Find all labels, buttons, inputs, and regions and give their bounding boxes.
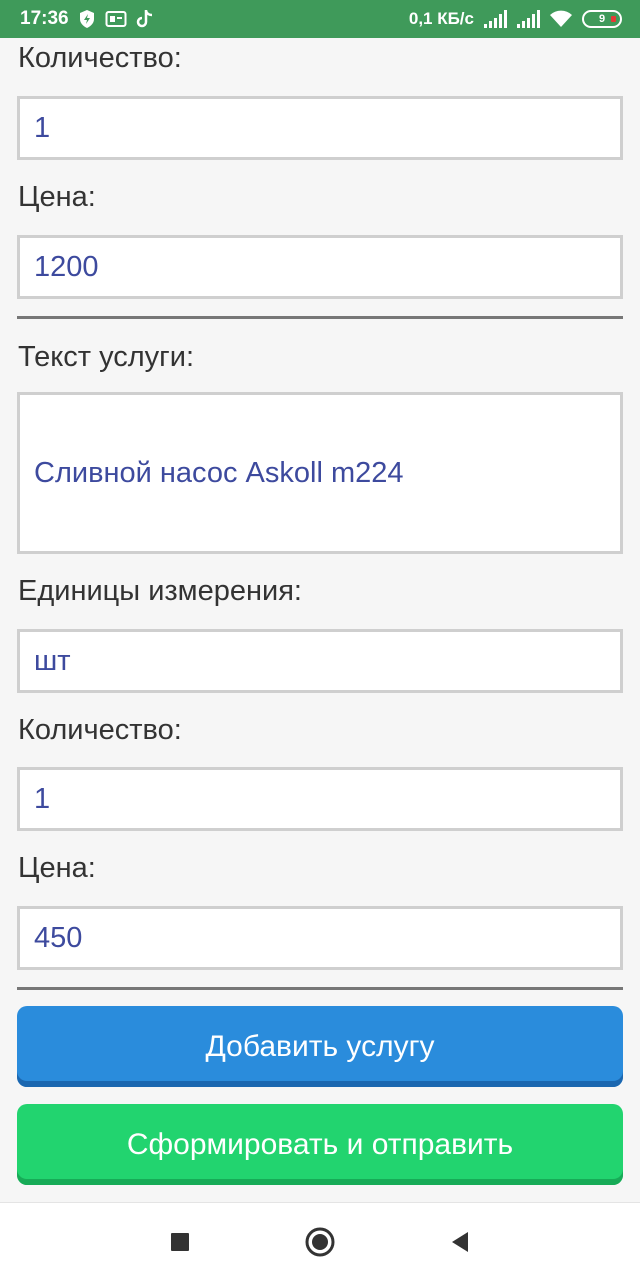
card-icon [105,10,127,28]
form-content[interactable]: Количество: 1 Цена: 1200 Текст услуги: С… [0,38,640,1202]
home-icon[interactable] [300,1222,340,1262]
recent-apps-icon[interactable] [160,1222,200,1262]
submit-button[interactable]: Сформировать и отправить [17,1104,623,1185]
price-input[interactable]: 1200 [17,235,623,299]
battery-level: 9 [598,13,606,25]
divider [17,316,623,319]
price-label: Цена: [18,181,96,213]
quantity-label: Количество: [18,714,182,746]
price-label: Цена: [18,852,96,884]
navigation-bar [0,1202,640,1280]
price-input[interactable]: 450 [17,906,623,970]
status-time: 17:36 [20,8,69,29]
status-bar-left: 17:36 [20,8,154,30]
units-input[interactable]: шт [17,629,623,693]
units-label: Единицы измерения: [18,575,302,607]
battery-icon: 9 [582,10,622,28]
quantity-input[interactable]: 1 [17,767,623,831]
net-speed: 0,1 КБ/с [408,9,474,28]
status-bar: 17:36 0,1 КБ/с 9 [0,0,640,38]
signal-icon [483,10,507,28]
service-text-label: Текст услуги: [18,341,194,373]
signal-icon [516,10,540,28]
tiktok-icon [136,9,154,29]
wifi-icon [549,10,573,28]
status-bar-right: 0,1 КБ/с 9 [409,9,622,29]
quantity-label: Количество: [18,42,182,74]
service-text-input[interactable]: Сливной насос Askoll m224 [17,392,623,554]
shield-icon [78,9,96,29]
quantity-input[interactable]: 1 [17,96,623,160]
back-icon[interactable] [440,1222,480,1262]
add-service-button[interactable]: Добавить услугу [17,1006,623,1087]
divider [17,987,623,990]
